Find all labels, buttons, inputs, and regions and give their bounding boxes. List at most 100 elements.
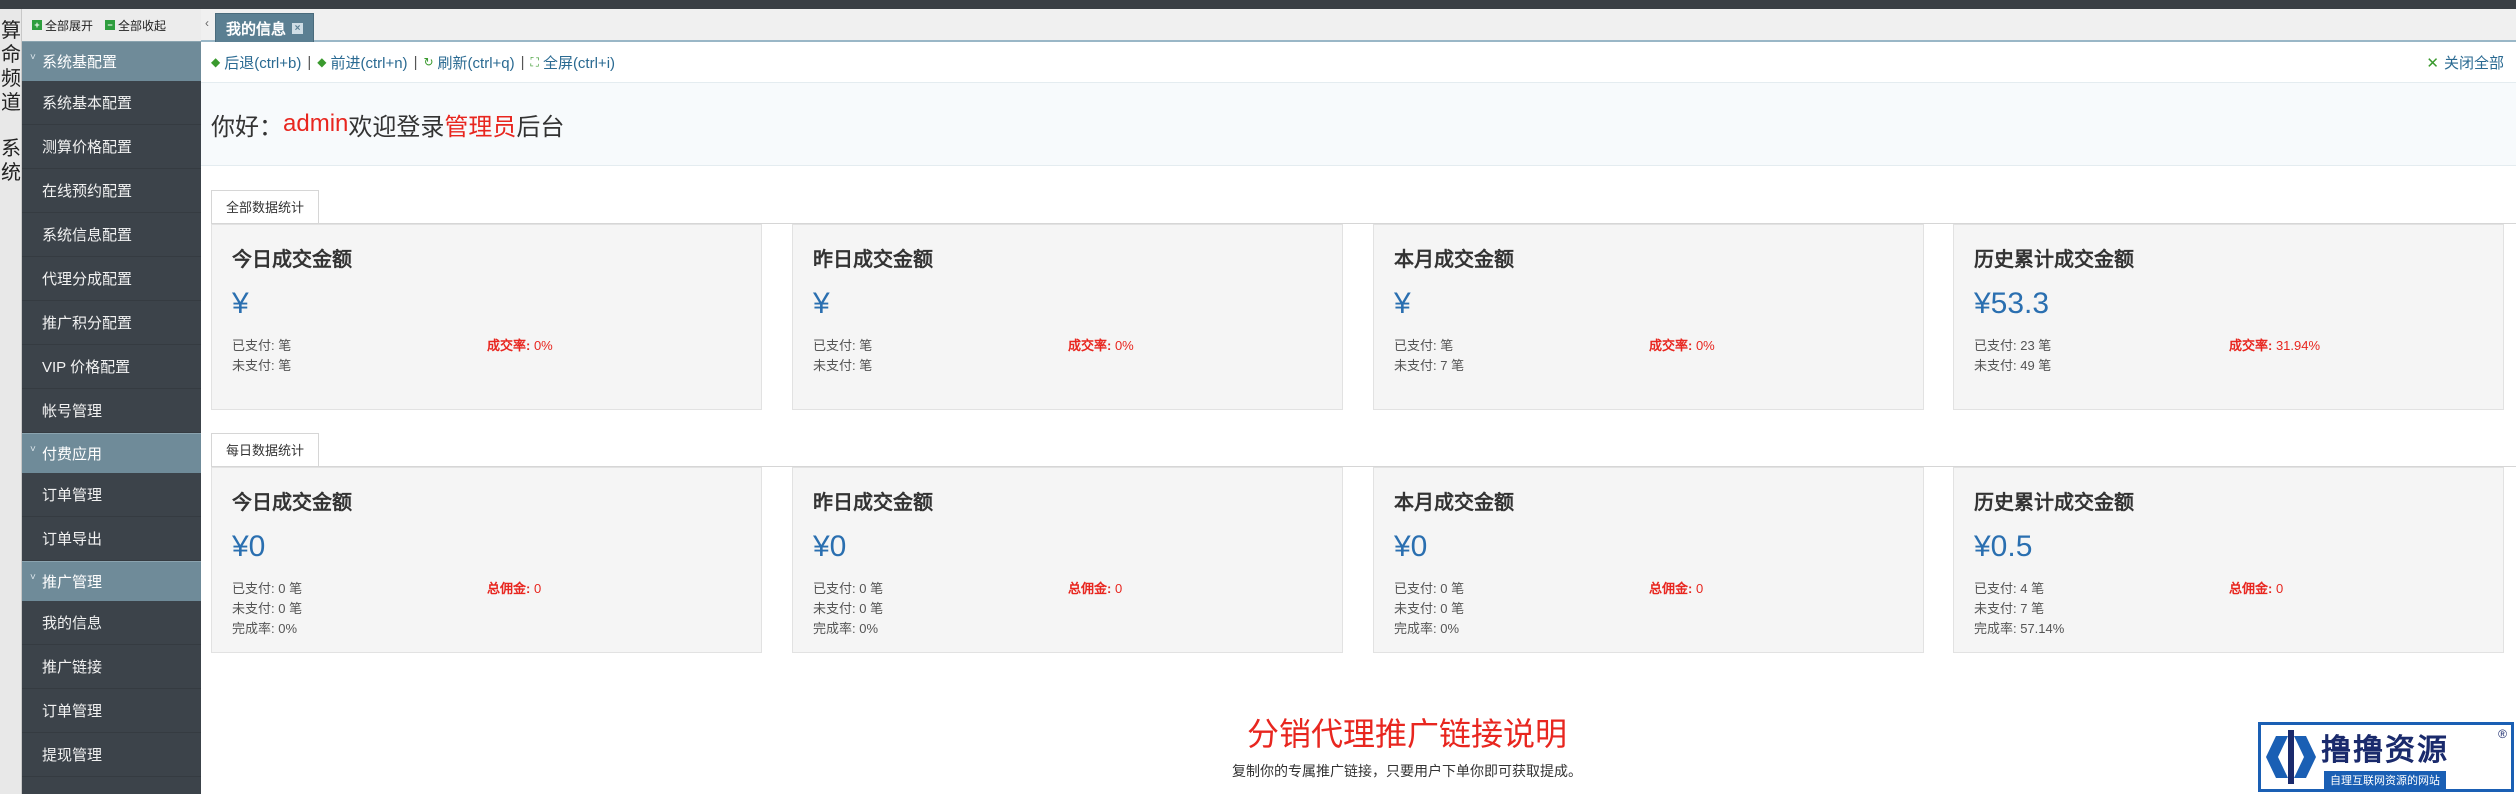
fullscreen-icon: ⛶ <box>530 54 539 69</box>
close-tab-icon[interactable]: × <box>292 22 304 34</box>
sidebar-item[interactable]: 代理分成配置 <box>22 257 201 301</box>
forward-button[interactable]: ◆ 前进(ctrl+n) <box>317 52 407 73</box>
refresh-button[interactable]: ↻ 刷新(ctrl+q) <box>423 52 514 73</box>
stat-amount: ¥53.3 <box>1974 287 2050 320</box>
channel-label-suanming[interactable]: 算命频道 <box>0 19 22 115</box>
chevron-left-icon[interactable]: ‹ <box>205 16 209 30</box>
stat-line: 未支付: 笔 <box>232 358 292 373</box>
stat-line: 完成率: 0% <box>232 621 298 636</box>
chevron-down-icon: ˅ <box>30 572 36 583</box>
sidebar-item[interactable]: 推广链接 <box>22 645 201 689</box>
stat-line: 未支付: 笔 <box>813 358 873 373</box>
stat-rate: 总佣金: 0 <box>2229 581 2284 596</box>
section-all-stats: 全部数据统计 今日成交金额 ¥ 已支付: 笔未支付: 笔成交率: 0% 昨日成交金额 ¥ 已… <box>211 189 2516 410</box>
stat-line: 未支付: 7 笔 <box>1974 601 2045 616</box>
stat-card: 本月成交金额 ¥0 已支付: 0 笔未支付: 0 笔完成率: 0% 总佣金: 0 <box>1373 467 1924 653</box>
stat-line: 完成率: 0% <box>1394 621 1460 636</box>
stat-amount: ¥ <box>813 287 830 320</box>
minus-icon: − <box>105 20 116 30</box>
stat-card: 本月成交金额 ¥ 已支付: 笔未支付: 7 笔成交率: 0% <box>1373 224 1924 410</box>
close-all-button[interactable]: ✕ 关闭全部 <box>2426 52 2504 73</box>
stat-line: 未支付: 0 笔 <box>813 601 884 616</box>
stat-amount: ¥0 <box>813 530 847 563</box>
section-tab[interactable]: 每日数据统计 <box>211 433 320 467</box>
divider: | <box>307 53 312 71</box>
logo-mark-icon <box>2261 727 2321 787</box>
plus-icon: + <box>32 20 42 30</box>
stat-title: 今日成交金额 <box>232 492 352 514</box>
sidebar-item[interactable]: 在线预约配置 <box>22 169 201 213</box>
refresh-icon: ↻ <box>423 55 434 69</box>
channel-char: 统 <box>1 162 21 184</box>
stat-title: 本月成交金额 <box>1394 249 1514 271</box>
sidebar-item[interactable]: 订单管理 <box>22 689 201 733</box>
stat-title: 历史累计成交金额 <box>1974 249 2134 271</box>
stat-rate: 成交率: 31.94% <box>2229 338 2321 353</box>
section-tab[interactable]: 全部数据统计 <box>211 190 320 224</box>
stat-amount: ¥0.5 <box>1974 530 2033 563</box>
stat-rate: 成交率: 0% <box>1068 338 1134 353</box>
arrow-right-icon: ◆ <box>317 55 327 69</box>
sidebar-item[interactable]: 系统信息配置 <box>22 213 201 257</box>
expand-all-button[interactable]: + 全部展开 <box>32 17 93 34</box>
back-button[interactable]: ◆ 后退(ctrl+b) <box>211 52 301 73</box>
stat-details: 已支付: 0 笔未支付: 0 笔完成率: 0% 总佣金: 0 <box>232 579 741 639</box>
channel-label-system[interactable]: 系统 <box>0 137 22 185</box>
sidebar-item[interactable]: 订单管理 <box>22 473 201 517</box>
watermark-logo: 撸撸资源 自理互联网资源的网站 ® <box>2258 722 2514 792</box>
window-top-bar <box>0 0 2516 9</box>
stat-title: 昨日成交金额 <box>813 492 933 514</box>
stat-line: 完成率: 0% <box>813 621 879 636</box>
sidebar-item[interactable]: 推广积分配置 <box>22 301 201 345</box>
sidebar-menu: ˅ 系统基配置 系统基本配置 测算价格配置 在线预约配置 系统信息配置 代理分成配置 推广积分… <box>22 41 201 777</box>
stat-line: 未支付: 49 笔 <box>1974 358 2052 373</box>
stat-rate: 总佣金: 0 <box>1068 581 1123 596</box>
welcome-banner: 你好： admin 欢迎登录 管理员 后台 <box>201 82 2516 166</box>
stat-title: 昨日成交金额 <box>813 249 933 271</box>
stat-line: 未支付: 7 笔 <box>1394 358 1465 373</box>
channel-char: 算 <box>1 20 21 42</box>
collapse-all-button[interactable]: − 全部收起 <box>105 17 166 34</box>
promo-link-subtitle: 复制你的专属推广链接，只要用户下单你即可获取提成。 <box>1232 763 1582 779</box>
stat-details: 已支付: 笔未支付: 笔成交率: 0% <box>813 336 1322 376</box>
chevron-down-icon: ˅ <box>30 444 36 455</box>
divider: | <box>520 53 525 71</box>
sidebar-item[interactable]: 订单导出 <box>22 517 201 561</box>
stat-line: 完成率: 57.14% <box>1974 621 2065 636</box>
toolbar: ◆ 后退(ctrl+b) | ◆ 前进(ctrl+n) | ↻ 刷新(ctrl+q) … <box>201 42 2516 82</box>
stat-details: 已支付: 0 笔未支付: 0 笔完成率: 0% 总佣金: 0 <box>813 579 1322 639</box>
sidebar-group[interactable]: ˅ 付费应用 <box>22 433 201 473</box>
main-area: ‹ 我的信息 × ◆ 后退(ctrl+b) | ◆ 前进(ctrl+n) | ↻ 刷新… <box>201 9 2516 794</box>
sidebar-item[interactable]: 帐号管理 <box>22 389 201 433</box>
sidebar-controls: + 全部展开 − 全部收起 <box>22 9 201 41</box>
stat-title: 历史累计成交金额 <box>1974 492 2134 514</box>
stat-title: 本月成交金额 <box>1394 492 1514 514</box>
sidebar-item[interactable]: 提现管理 <box>22 733 201 777</box>
username: admin <box>283 110 349 137</box>
fullscreen-button[interactable]: ⛶ 全屏(ctrl+i) <box>531 52 615 73</box>
tab-bar: ‹ 我的信息 × <box>201 9 2516 42</box>
channel-char: 道 <box>1 92 21 114</box>
stat-card: 历史累计成交金额 ¥0.5 已支付: 4 笔未支付: 7 笔完成率: 57.14% 总… <box>1953 467 2504 653</box>
stat-card: 昨日成交金额 ¥ 已支付: 笔未支付: 笔成交率: 0% <box>792 224 1343 410</box>
arrow-left-icon: ◆ <box>211 55 221 69</box>
sidebar-item[interactable]: 系统基本配置 <box>22 81 201 125</box>
sidebar-item[interactable]: 测算价格配置 <box>22 125 201 169</box>
tab-my-info[interactable]: 我的信息 × <box>215 13 315 42</box>
stat-amount: ¥ <box>232 287 249 320</box>
stat-cards: 今日成交金额 ¥0 已支付: 0 笔未支付: 0 笔完成率: 0% 总佣金: 0 昨日成… <box>211 466 2516 653</box>
sidebar: + 全部展开 − 全部收起 ˅ 系统基配置 系统基本配置 测算价格配置 在线预约配置 系统信息… <box>22 9 201 794</box>
sidebar-group[interactable]: ˅ 推广管理 <box>22 561 201 601</box>
stat-rate: 总佣金: 0 <box>487 581 542 596</box>
stat-rate: 成交率: 0% <box>1649 338 1715 353</box>
promo-link-title: 分销代理推广链接说明 <box>1246 716 1567 752</box>
stat-card: 历史累计成交金额 ¥53.3 已支付: 23 笔未支付: 49 笔成交率: 31.9… <box>1953 224 2504 410</box>
sidebar-group[interactable]: ˅ 系统基配置 <box>22 41 201 81</box>
stat-amount: ¥0 <box>1394 530 1428 563</box>
stat-card: 今日成交金额 ¥ 已支付: 笔未支付: 笔成交率: 0% <box>211 224 762 410</box>
sidebar-item[interactable]: VIP 价格配置 <box>22 345 201 389</box>
section-daily-stats: 每日数据统计 今日成交金额 ¥0 已支付: 0 笔未支付: 0 笔完成率: 0% 总佣金… <box>211 432 2516 653</box>
stat-card: 今日成交金额 ¥0 已支付: 0 笔未支付: 0 笔完成率: 0% 总佣金: 0 <box>211 467 762 653</box>
sidebar-item[interactable]: 我的信息 <box>22 601 201 645</box>
stat-details: 已支付: 笔未支付: 笔成交率: 0% <box>232 336 741 376</box>
